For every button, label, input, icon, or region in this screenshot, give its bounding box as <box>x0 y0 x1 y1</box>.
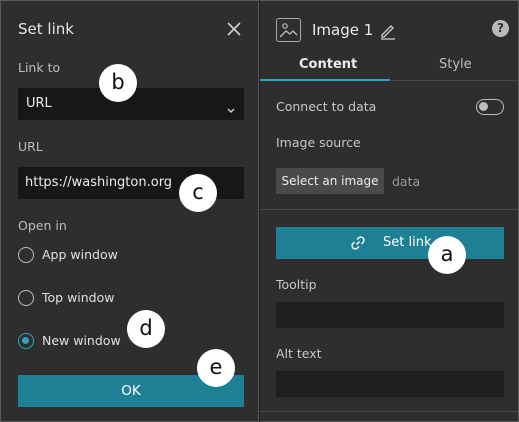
tooltip-label: Tooltip <box>276 277 317 292</box>
connect-to-data-toggle[interactable] <box>476 99 504 115</box>
image-settings-panel: Image 1 ? Content Style Connect to data … <box>260 0 519 422</box>
image-source-label: Image source <box>276 135 361 150</box>
tooltip-input[interactable] <box>276 302 504 328</box>
select-image-button[interactable]: Select an image <box>276 168 384 194</box>
pencil-icon[interactable] <box>379 22 397 40</box>
open-in-label: Open in <box>18 218 67 233</box>
radio-new-window[interactable]: New window <box>18 332 218 350</box>
widget-title: Image 1 <box>312 21 374 39</box>
alt-text-label: Alt text <box>276 346 322 361</box>
chevron-down-icon <box>227 100 235 113</box>
radio-circle <box>18 290 34 306</box>
url-value: https://washington.org <box>25 175 173 190</box>
link-to-label: Link to <box>18 60 61 75</box>
radio-label: New window <box>42 333 121 348</box>
link-to-value: URL <box>26 96 52 111</box>
data-option-label[interactable]: data <box>392 174 420 189</box>
divider <box>260 209 518 210</box>
alt-text-input[interactable] <box>276 371 504 397</box>
image-icon <box>276 18 301 42</box>
radio-circle <box>18 247 34 263</box>
tab-bar: Content Style <box>260 49 518 81</box>
radio-label: App window <box>42 247 118 262</box>
radio-app-window[interactable]: App window <box>18 246 218 264</box>
close-icon[interactable] <box>227 21 241 36</box>
tab-style[interactable]: Style <box>439 57 472 72</box>
url-label: URL <box>18 139 43 154</box>
set-link-label: Set link <box>383 235 432 250</box>
radio-label: Top window <box>42 290 115 305</box>
link-icon <box>350 235 366 251</box>
callout-b: b <box>99 64 137 102</box>
tab-content[interactable]: Content <box>299 57 357 72</box>
help-icon[interactable]: ? <box>492 20 509 37</box>
set-link-button[interactable]: Set link <box>276 227 504 259</box>
callout-c: c <box>179 174 217 212</box>
radio-top-window[interactable]: Top window <box>18 289 218 307</box>
radio-circle-selected <box>18 333 34 349</box>
callout-a: a <box>428 236 466 274</box>
dialog-title: Set link <box>18 20 74 38</box>
callout-d: d <box>127 310 165 348</box>
callout-e: e <box>197 349 235 387</box>
connect-to-data-label: Connect to data <box>276 99 377 114</box>
divider <box>260 411 518 412</box>
active-tab-indicator <box>260 79 390 81</box>
